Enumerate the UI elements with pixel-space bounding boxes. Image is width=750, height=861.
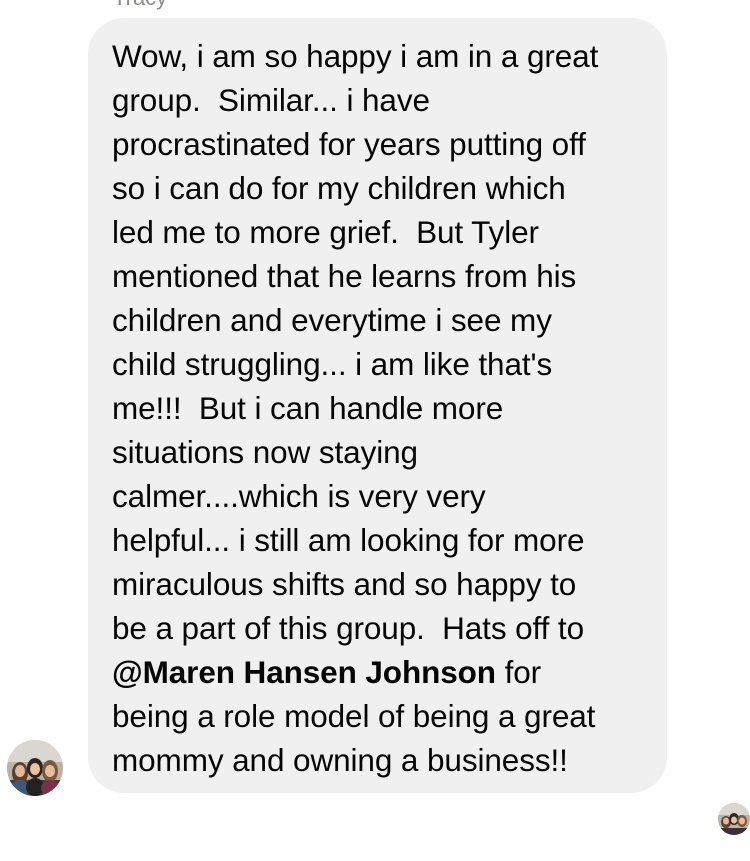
message-line: group. Similar... i have bbox=[112, 82, 430, 118]
read-receipt bbox=[718, 803, 750, 835]
message-bubble[interactable]: Wow, i am so happy i am in a great group… bbox=[88, 18, 667, 793]
profile-photo-avatar-icon bbox=[7, 740, 63, 796]
message-line: helpful... i still am looking for more bbox=[112, 522, 585, 558]
user-mention-link[interactable]: @Maren Hansen Johnson bbox=[112, 654, 496, 690]
message-line: child struggling... i am like that's bbox=[112, 346, 553, 382]
message-line: situations now staying bbox=[112, 434, 418, 470]
message-line: calmer....which is very very bbox=[112, 478, 486, 514]
message-line: children and everytime i see my bbox=[112, 302, 552, 338]
message-line: led me to more grief. But Tyler bbox=[112, 214, 539, 250]
message-line: being a role model of being a great bbox=[112, 698, 596, 734]
message-line-mention: @Maren Hansen Johnson for bbox=[112, 650, 655, 694]
message-line: miraculous shifts and so happy to bbox=[112, 566, 577, 602]
message-line: be a part of this group. Hats off to bbox=[112, 610, 584, 646]
message-line: Wow, i am so happy i am in a great bbox=[112, 38, 599, 74]
sender-avatar[interactable] bbox=[7, 740, 63, 796]
read-receipt-avatar-icon bbox=[718, 803, 750, 835]
message-line: me!!! But i can handle more bbox=[112, 390, 504, 426]
message-line: so i can do for my children which bbox=[112, 170, 566, 206]
mention-suffix: for bbox=[495, 654, 542, 690]
message-line: mommy and owning a business!! bbox=[112, 742, 568, 778]
message-line: mentioned that he learns from his bbox=[112, 258, 577, 294]
sender-name: Tracy bbox=[113, 0, 167, 10]
message-line: procrastinated for years putting off bbox=[112, 126, 586, 162]
